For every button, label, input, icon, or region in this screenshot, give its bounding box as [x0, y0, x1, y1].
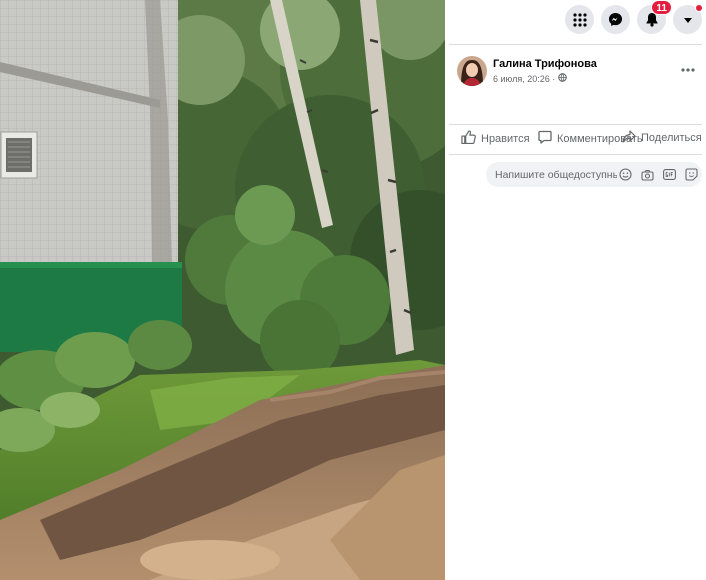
messenger-button[interactable]	[601, 5, 630, 34]
comment-input[interactable]	[495, 162, 617, 187]
post-actions: Нравится Комментировать Поделиться	[459, 130, 702, 148]
post-side-panel: 11 Галина Трифонова 6 июля, 20:26 · Нрав…	[445, 0, 706, 580]
post-header: Галина Трифонова 6 июля, 20:26 ·	[457, 56, 698, 90]
post-photo[interactable]	[0, 0, 445, 580]
emoji-icon[interactable]	[619, 168, 632, 181]
share-arrow-icon	[622, 130, 636, 146]
menu-button[interactable]	[565, 5, 594, 34]
more-horizontal-icon	[681, 59, 695, 77]
notifications-button[interactable]: 11	[637, 0, 672, 34]
photo-courtyard-trench	[0, 0, 445, 580]
actions-bottom-divider	[449, 154, 702, 155]
like-label: Нравится	[481, 132, 530, 145]
thumbs-up-icon	[461, 130, 476, 147]
comment-bubble-icon	[538, 130, 552, 147]
top-navigation: 11	[565, 0, 703, 34]
share-label: Поделиться	[641, 132, 702, 144]
messenger-icon	[608, 12, 623, 27]
post-viewer: 11 Галина Трифонова 6 июля, 20:26 · Нрав…	[0, 0, 706, 580]
header-divider	[449, 44, 702, 45]
account-menu-button[interactable]	[673, 4, 703, 34]
like-button[interactable]: Нравится	[461, 130, 530, 147]
globe-icon	[558, 73, 568, 84]
post-date[interactable]: 6 июля, 20:26 ·	[493, 74, 555, 84]
author-name[interactable]: Галина Трифонова	[493, 58, 597, 70]
notifications-count-badge: 11	[651, 0, 672, 15]
post-meta: 6 июля, 20:26 ·	[493, 73, 568, 84]
avatar[interactable]	[457, 56, 487, 86]
camera-icon[interactable]	[641, 168, 654, 181]
grid-menu-icon	[572, 12, 587, 27]
account-alert-dot	[695, 4, 703, 12]
actions-top-divider	[449, 124, 702, 125]
post-options-button[interactable]	[678, 60, 698, 76]
caret-down-icon	[682, 14, 694, 26]
gif-icon[interactable]	[663, 168, 676, 181]
sticker-icon[interactable]	[685, 168, 698, 181]
comment-composer	[486, 162, 702, 187]
share-button[interactable]: Поделиться	[622, 130, 702, 146]
